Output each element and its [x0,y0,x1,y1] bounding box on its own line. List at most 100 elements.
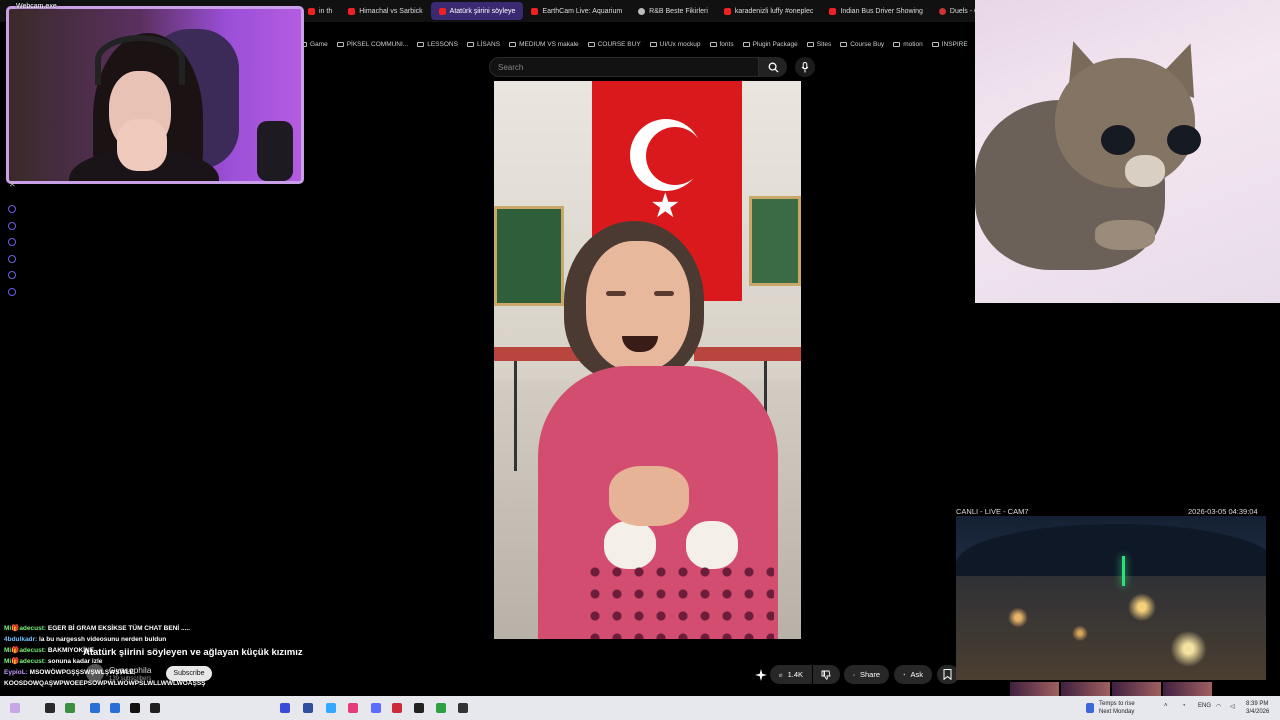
folder-icon [840,41,848,47]
heart-icon[interactable] [8,222,16,230]
kitten-eye [1101,125,1135,155]
dislike-button[interactable] [813,665,840,684]
chat-message: EypioL: MSOWÖWPGŞŞSWŞWLŞWSWLE [4,667,304,678]
tab-label: karadenizli luffy #oneplec [734,7,814,15]
chat-username[interactable]: Mi🎁adecust: [4,647,46,654]
like-button[interactable]: 1.4K [770,665,812,684]
bookmark-label: LESSONS [427,40,458,48]
bookmark-item[interactable]: MEDIUM VS makale [509,41,579,48]
app-icon[interactable] [90,703,100,713]
search-icon[interactable] [45,703,55,713]
livecam-town-lights [956,576,1266,680]
download-icon[interactable] [8,255,16,263]
sparkle-icon [755,669,767,681]
browser-tab[interactable]: Atatürk şiirini söyleye [430,2,524,20]
bookmark-item[interactable]: COURSE BUY [587,41,641,48]
chat-text: la bu nargessh videosunu nerden buldun [39,636,167,643]
chat-text: MSOWÖWPGŞŞSWŞWLŞWSWLE [29,669,135,676]
wifi-icon[interactable]: ◠ [1216,703,1221,710]
bookmark-item[interactable]: PİKSEL COMMUNI... [336,41,408,48]
bookmark-item[interactable]: fonts [709,40,734,48]
opera-icon[interactable] [348,703,358,713]
sparkle-icon [903,673,906,676]
bookmark-item[interactable]: LİSANS [466,41,500,48]
ask-button[interactable]: Ask [894,665,932,684]
steam-icon[interactable] [458,703,468,713]
vpn-icon[interactable] [371,703,381,713]
start-icon[interactable] [10,703,20,713]
girl-eye [654,291,674,296]
bookmark-item[interactable]: motion [893,41,923,48]
bookmark-item[interactable]: Sites [806,40,832,48]
bookmark-item[interactable]: LESSONS [417,41,458,48]
microphone-icon [801,61,809,72]
app-icon[interactable] [65,703,75,713]
browser-tab[interactable]: karadenizli luffy #oneplec [716,2,821,20]
folder-icon [742,41,750,47]
clock[interactable]: 8:39 PM 3/4/2026 [1246,700,1269,716]
app-icon[interactable] [303,703,313,713]
thumbnail [1163,682,1212,696]
app-icon[interactable] [436,703,446,713]
tray-chevron-icon[interactable]: ˄ [1164,703,1168,709]
chat-icon[interactable] [8,271,16,279]
bookmark-item[interactable]: UI/Ux mockup [649,41,701,48]
network-icon[interactable]: ◔ [1182,703,1186,709]
weather-icon[interactable] [1086,703,1094,713]
clock-date: 3/4/2026 [1246,709,1270,715]
app-icon[interactable] [392,703,402,713]
search-icon [768,62,779,73]
microphone [257,121,293,181]
thumbnail [1061,682,1110,696]
language-indicator[interactable]: ENG [1198,703,1211,709]
bookmark-label: fonts [719,40,734,48]
photoshop-icon[interactable] [326,703,336,713]
weather-subtitle: Next Monday [1099,709,1135,715]
browser-tab[interactable]: in th [300,2,340,20]
share-button[interactable]: Share [844,665,889,684]
voice-search-button[interactable] [795,57,815,77]
girl-hand [609,466,689,526]
bookmark-icon [943,669,952,680]
app-icon[interactable] [414,703,424,713]
bookmark-label: Sites [816,40,832,48]
video-player[interactable]: ★ [494,81,801,639]
browser-tab[interactable]: R&B Beste Fikirleri [630,2,716,20]
history-icon[interactable] [8,238,16,246]
chat-text: BAKMIYOKİNE [47,647,95,654]
tab-label: Atatürk şiirini söyleye [449,7,516,15]
close-icon[interactable]: ✕ [9,180,16,189]
chat-message: KOOSDOWQAŞWPWOEEPSOWPWLWOWPSLWLLWWLWOAŞS… [4,678,304,689]
polka-dots [584,561,774,639]
ask-label: Ask [910,670,923,679]
bookmark-item[interactable]: Plugin Package [742,41,798,48]
discord-icon[interactable] [280,703,290,713]
weather-title: Temps to rise [1099,701,1135,707]
search-input[interactable]: Search [489,57,759,77]
search-button[interactable] [759,57,787,77]
bookmark-item[interactable]: Course Buy [840,41,884,48]
settings-icon[interactable] [8,288,16,296]
browser-tab[interactable]: Himachal vs Sarbick [340,2,430,20]
app-icon[interactable] [130,703,140,713]
clip-button[interactable] [755,668,767,686]
chat-username[interactable]: Mi🎁adecust: [4,625,46,632]
app-icon[interactable] [150,703,160,713]
browser-tab[interactable]: Indian Bus Driver Showing [821,2,931,20]
app-icon[interactable] [110,703,120,713]
bookmark-item[interactable]: INSPIRE [931,40,968,48]
youtube-icon [348,7,356,15]
bookmark-item[interactable]: Game [300,41,328,48]
volume-icon[interactable]: ◁ [1230,703,1235,710]
browser-tab[interactable]: EarthCam Live: Aquarium [523,2,630,20]
chat-username[interactable]: Mi🎁adecust: [4,658,46,665]
home-icon[interactable] [8,205,16,213]
tab-label: EarthCam Live: Aquarium [542,7,623,15]
weather-widget[interactable]: Temps to rise Next Monday [1099,700,1135,716]
bulletin-board-left [494,206,564,306]
chat-message: Mi🎁adecust: sonuna kadar izle [4,656,304,667]
chat-username[interactable]: EypioL: [4,669,28,676]
generic-icon [638,7,646,15]
chat-username[interactable]: 4bdulkadr: [4,636,37,643]
bookmark-label: INSPIRE [941,40,968,48]
